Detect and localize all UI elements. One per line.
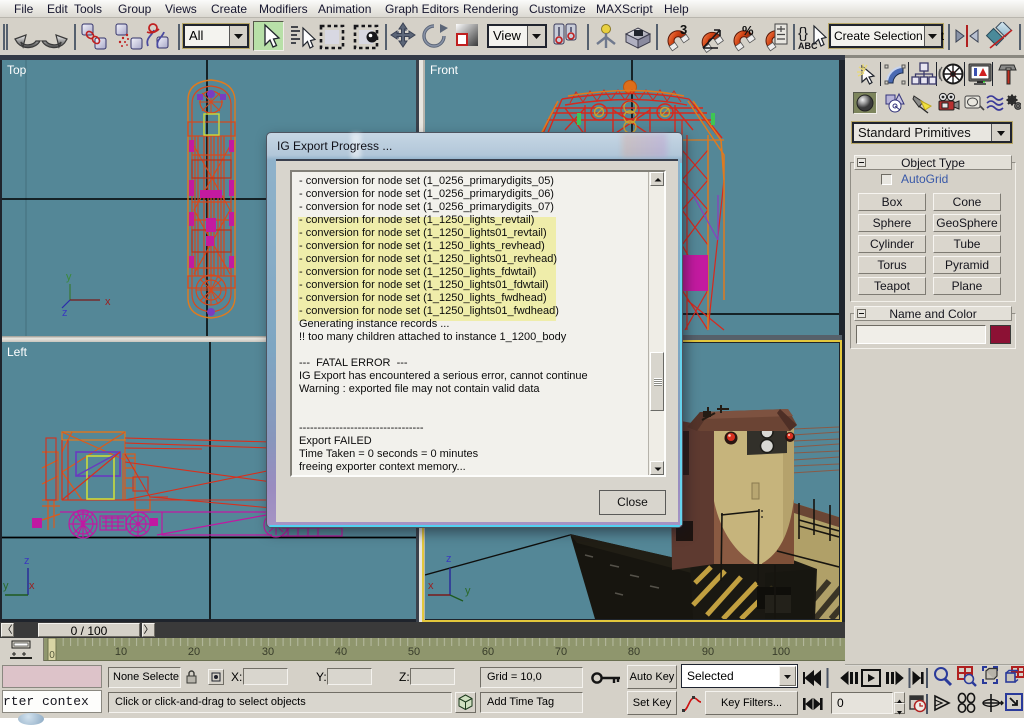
svg-text:x: x bbox=[29, 580, 35, 592]
svg-text:100: 100 bbox=[772, 646, 790, 658]
svg-text:60: 60 bbox=[482, 646, 494, 658]
svg-text:40: 40 bbox=[335, 646, 347, 658]
svg-text:80: 80 bbox=[628, 646, 640, 658]
svg-text:10: 10 bbox=[115, 646, 127, 658]
svg-text:0: 0 bbox=[49, 650, 55, 661]
svg-text:z: z bbox=[24, 555, 30, 567]
svg-text:x: x bbox=[428, 580, 434, 592]
svg-text:30: 30 bbox=[262, 646, 274, 658]
svg-text:%: % bbox=[742, 23, 754, 38]
svg-text:z: z bbox=[446, 553, 452, 565]
svg-text:y: y bbox=[465, 585, 471, 597]
svg-text:70: 70 bbox=[555, 646, 567, 658]
svg-text:y: y bbox=[66, 271, 72, 283]
svg-text:z: z bbox=[62, 307, 68, 319]
svg-text:{}: {} bbox=[798, 25, 808, 42]
svg-text:90: 90 bbox=[702, 646, 714, 658]
svg-text:3: 3 bbox=[680, 22, 687, 37]
svg-text:y: y bbox=[3, 580, 9, 592]
svg-text:50: 50 bbox=[408, 646, 420, 658]
svg-text:20: 20 bbox=[188, 646, 200, 658]
svg-text:x: x bbox=[105, 296, 111, 308]
